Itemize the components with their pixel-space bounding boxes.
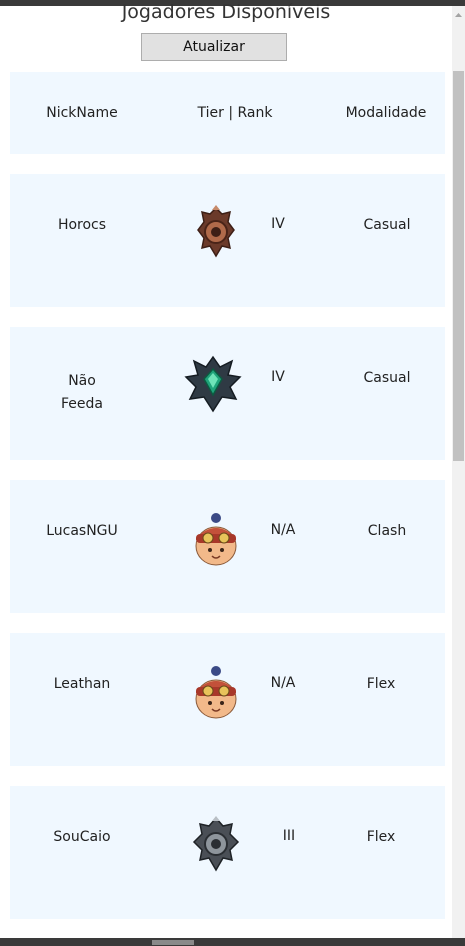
row-nickname: Não Feeda (61, 373, 103, 412)
row-rank: N/A (270, 522, 296, 538)
table-row: Não Feeda IV Casual (10, 327, 445, 460)
row-mode: Flex (366, 829, 396, 845)
header-nickname: NickName (46, 105, 118, 121)
row-nickname: Leathan (53, 676, 111, 692)
teemo-icon (186, 510, 246, 570)
teemo-icon (186, 663, 246, 723)
table-row: SouCaio III Flex (10, 786, 445, 919)
table-row: LucasNGU N/A Clash (10, 480, 445, 613)
row-nickname: Horocs (57, 217, 107, 233)
row-mode: Casual (363, 370, 411, 386)
row-mode: Casual (363, 217, 411, 233)
row-rank: IV (271, 369, 285, 385)
header-tier-rank: Tier | Rank (197, 105, 273, 121)
row-mode: Flex (366, 676, 396, 692)
bronze-emblem-icon (186, 202, 246, 262)
scrollbar-thumb[interactable] (453, 71, 464, 461)
page-title: Jogadores Disponíveis (121, 1, 331, 23)
row-nickname: SouCaio (53, 829, 111, 845)
table-row: Horocs IV Casual (10, 174, 445, 307)
window-bottom-bar (0, 938, 465, 946)
row-rank: N/A (270, 675, 296, 691)
row-rank: IV (271, 216, 285, 232)
horizontal-scrollbar-thumb[interactable] (152, 940, 194, 945)
emerald-emblem-icon (180, 355, 246, 415)
row-mode: Clash (367, 523, 407, 539)
header-mode: Modalidade (345, 105, 427, 121)
scroll-up-arrow-icon[interactable] (452, 6, 465, 18)
refresh-button[interactable]: Atualizar (141, 33, 287, 61)
iron-emblem-icon (186, 814, 246, 874)
row-nickname: LucasNGU (46, 523, 118, 539)
table-row: Leathan N/A Flex (10, 633, 445, 766)
table-header: NickName Tier | Rank Modalidade (10, 72, 445, 154)
row-rank: III (282, 828, 296, 844)
